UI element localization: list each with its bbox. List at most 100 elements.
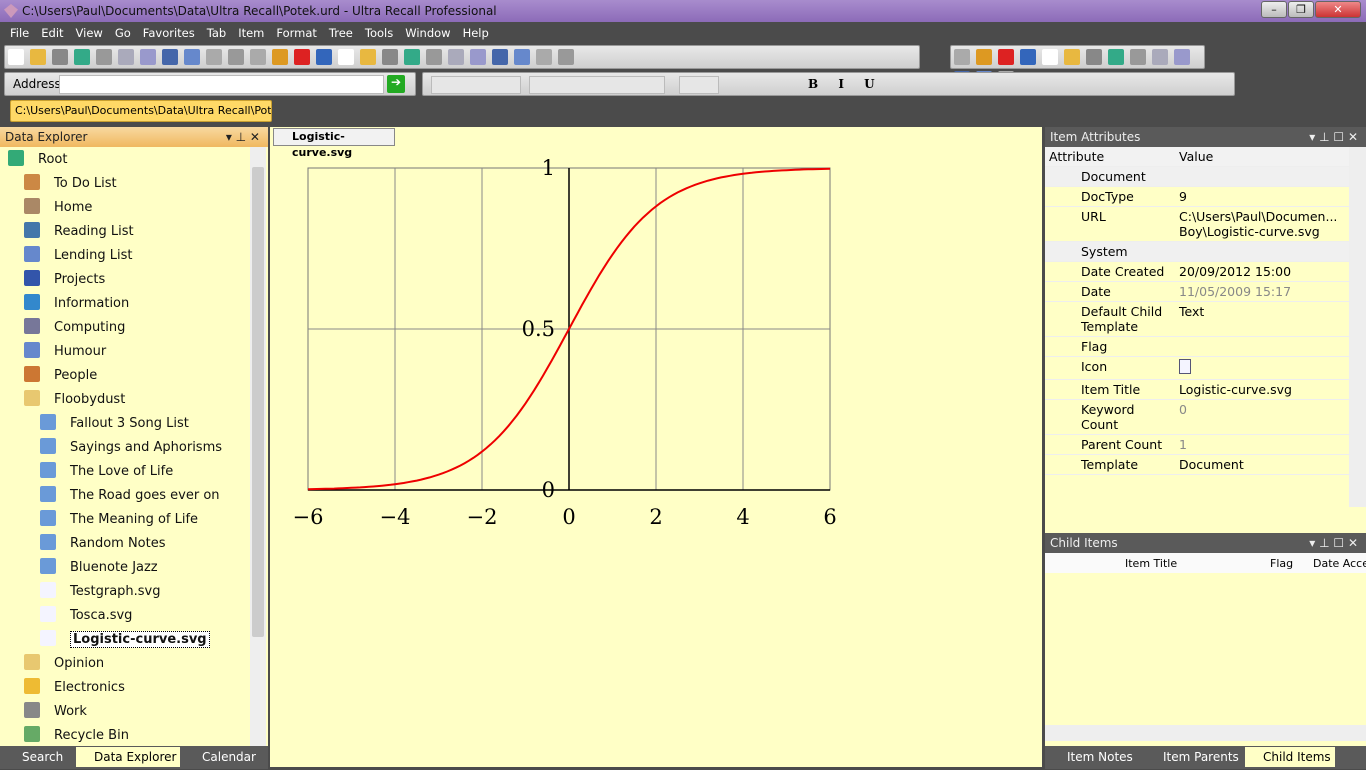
- tree-scrollbar[interactable]: [250, 147, 266, 747]
- go-arrow-icon[interactable]: ➔: [387, 75, 405, 93]
- panel-controls[interactable]: ▾ ⊥ ☐ ✕: [1309, 533, 1358, 553]
- tab-item-notes[interactable]: Item Notes: [1049, 747, 1137, 767]
- tree-item-reading-list[interactable]: Reading List: [24, 221, 134, 243]
- attribute-value[interactable]: Logistic-curve.svg: [1175, 379, 1349, 400]
- attribute-value[interactable]: Text: [1175, 301, 1349, 337]
- size-combo[interactable]: [679, 76, 719, 94]
- toolbar-button-icon[interactable]: [536, 49, 552, 65]
- attribute-value[interactable]: C:\Users\Paul\Documen... Boy\Logistic-cu…: [1175, 206, 1349, 242]
- attribute-row[interactable]: Date Created 20/09/2012 15:00: [1045, 261, 1349, 282]
- toolbar-button-icon[interactable]: [294, 49, 310, 65]
- menu-format[interactable]: Format: [276, 26, 317, 40]
- column-item-title[interactable]: Item Title: [1125, 557, 1177, 570]
- attribute-value[interactable]: 20/09/2012 15:00: [1175, 261, 1349, 282]
- tree-item-computing[interactable]: Computing: [24, 317, 125, 339]
- menu-edit[interactable]: Edit: [41, 26, 63, 40]
- toolbar-button-icon[interactable]: [998, 49, 1014, 65]
- toolbar-button-icon[interactable]: [1152, 49, 1168, 65]
- tree-item-the-love-of-life[interactable]: The Love of Life: [40, 461, 173, 483]
- toolbar-button-icon[interactable]: [250, 49, 266, 65]
- tree-item-people[interactable]: People: [24, 365, 97, 387]
- attribute-row[interactable]: Icon: [1045, 356, 1349, 380]
- toolbar-button-icon[interactable]: [96, 49, 112, 65]
- tree-item-home[interactable]: Home: [24, 197, 92, 219]
- column-date-accessed[interactable]: Date Acce: [1313, 557, 1366, 570]
- tab-calendar[interactable]: Calendar: [184, 747, 260, 767]
- toolbar-button-icon[interactable]: [382, 49, 398, 65]
- attribute-value[interactable]: [1175, 336, 1349, 357]
- tree-item-lending-list[interactable]: Lending List: [24, 245, 132, 267]
- toolbar-button-icon[interactable]: [1020, 49, 1036, 65]
- attribute-value[interactable]: 0: [1175, 399, 1349, 435]
- attributes-scrollbar[interactable]: [1349, 147, 1366, 507]
- toolbar-button-icon[interactable]: [470, 49, 486, 65]
- minimize-button[interactable]: –: [1261, 1, 1287, 18]
- maximize-button[interactable]: ❐: [1288, 1, 1314, 18]
- toolbar-button-icon[interactable]: [8, 49, 24, 65]
- attribute-value[interactable]: Document: [1175, 454, 1349, 475]
- toolbar-button-icon[interactable]: [1108, 49, 1124, 65]
- attribute-value[interactable]: [1175, 241, 1349, 262]
- tree-item-floobydust[interactable]: Floobydust: [24, 389, 125, 411]
- tree-item-the-road-goes-ever-on[interactable]: The Road goes ever on: [40, 485, 220, 507]
- tree-item-to-do-list[interactable]: To Do List: [24, 173, 117, 195]
- child-hscrollbar[interactable]: [1045, 725, 1366, 741]
- toolbar-button-icon[interactable]: [272, 49, 288, 65]
- tree-item-electronics[interactable]: Electronics: [24, 677, 125, 699]
- menu-file[interactable]: File: [10, 26, 29, 40]
- tree-item-fallout-3-song-list[interactable]: Fallout 3 Song List: [40, 413, 189, 435]
- tree-item-root[interactable]: Root: [8, 149, 67, 171]
- attribute-row[interactable]: Parent Count 1: [1045, 434, 1349, 455]
- toolbar-button-icon[interactable]: [492, 49, 508, 65]
- attribute-value[interactable]: 1: [1175, 434, 1349, 455]
- tab-child-items[interactable]: Child Items: [1245, 747, 1335, 767]
- toolbar-button-icon[interactable]: [1130, 49, 1146, 65]
- menu-tab[interactable]: Tab: [207, 26, 226, 40]
- menu-favorites[interactable]: Favorites: [143, 26, 195, 40]
- tree-item-sayings-and-aphorisms[interactable]: Sayings and Aphorisms: [40, 437, 222, 459]
- attribute-row[interactable]: Template Document: [1045, 454, 1349, 475]
- tree-item-bluenote-jazz[interactable]: Bluenote Jazz: [40, 557, 158, 579]
- toolbar-button-icon[interactable]: [30, 49, 46, 65]
- toolbar-button-icon[interactable]: [976, 49, 992, 65]
- menu-window[interactable]: Window: [405, 26, 450, 40]
- toolbar-button-icon[interactable]: [228, 49, 244, 65]
- attribute-row[interactable]: Document: [1045, 166, 1349, 187]
- toolbar-button-icon[interactable]: [316, 49, 332, 65]
- document-tab[interactable]: C:\Users\Paul\Documents\Data\Ultra Recal…: [10, 100, 272, 122]
- attribute-value[interactable]: 11/05/2009 15:17: [1175, 281, 1349, 302]
- toolbar-button-icon[interactable]: [206, 49, 222, 65]
- tab-search[interactable]: Search: [4, 747, 67, 767]
- tree-item-opinion[interactable]: Opinion: [24, 653, 104, 675]
- tree-item-testgraph-svg[interactable]: Testgraph.svg: [40, 581, 161, 603]
- tab-item-parents[interactable]: Item Parents: [1145, 747, 1243, 767]
- toolbar-button-icon[interactable]: [118, 49, 134, 65]
- attribute-row[interactable]: Default Child Template Text: [1045, 301, 1349, 337]
- column-attribute[interactable]: Attribute: [1045, 147, 1175, 167]
- menu-tools[interactable]: Tools: [365, 26, 393, 40]
- attribute-row[interactable]: DocType 9: [1045, 186, 1349, 207]
- tree-item-work[interactable]: Work: [24, 701, 87, 723]
- toolbar-button-icon[interactable]: [514, 49, 530, 65]
- toolbar-button-icon[interactable]: [558, 49, 574, 65]
- toolbar-button-icon[interactable]: [52, 49, 68, 65]
- menu-help[interactable]: Help: [463, 26, 489, 40]
- menu-go[interactable]: Go: [115, 26, 131, 40]
- tab-data-explorer[interactable]: Data Explorer: [76, 747, 181, 767]
- toolbar-button-icon[interactable]: [184, 49, 200, 65]
- tree-item-the-meaning-of-life[interactable]: The Meaning of Life: [40, 509, 198, 531]
- tree-item-logistic-curve-svg[interactable]: Logistic-curve.svg: [40, 629, 210, 651]
- font-combo[interactable]: [529, 76, 665, 94]
- toolbar-button-icon[interactable]: [954, 49, 970, 65]
- style-combo[interactable]: [431, 76, 521, 94]
- tree-item-information[interactable]: Information: [24, 293, 129, 315]
- toolbar-button-icon[interactable]: [1042, 49, 1058, 65]
- toolbar-button-icon[interactable]: [1086, 49, 1102, 65]
- menu-item[interactable]: Item: [238, 26, 264, 40]
- attribute-row[interactable]: System: [1045, 241, 1349, 262]
- tree-item-random-notes[interactable]: Random Notes: [40, 533, 166, 555]
- attribute-row[interactable]: URL C:\Users\Paul\Documen... Boy\Logistic…: [1045, 206, 1349, 242]
- tree-item-recycle-bin[interactable]: Recycle Bin: [24, 725, 129, 747]
- attribute-value[interactable]: [1175, 166, 1349, 187]
- toolbar-button-icon[interactable]: [162, 49, 178, 65]
